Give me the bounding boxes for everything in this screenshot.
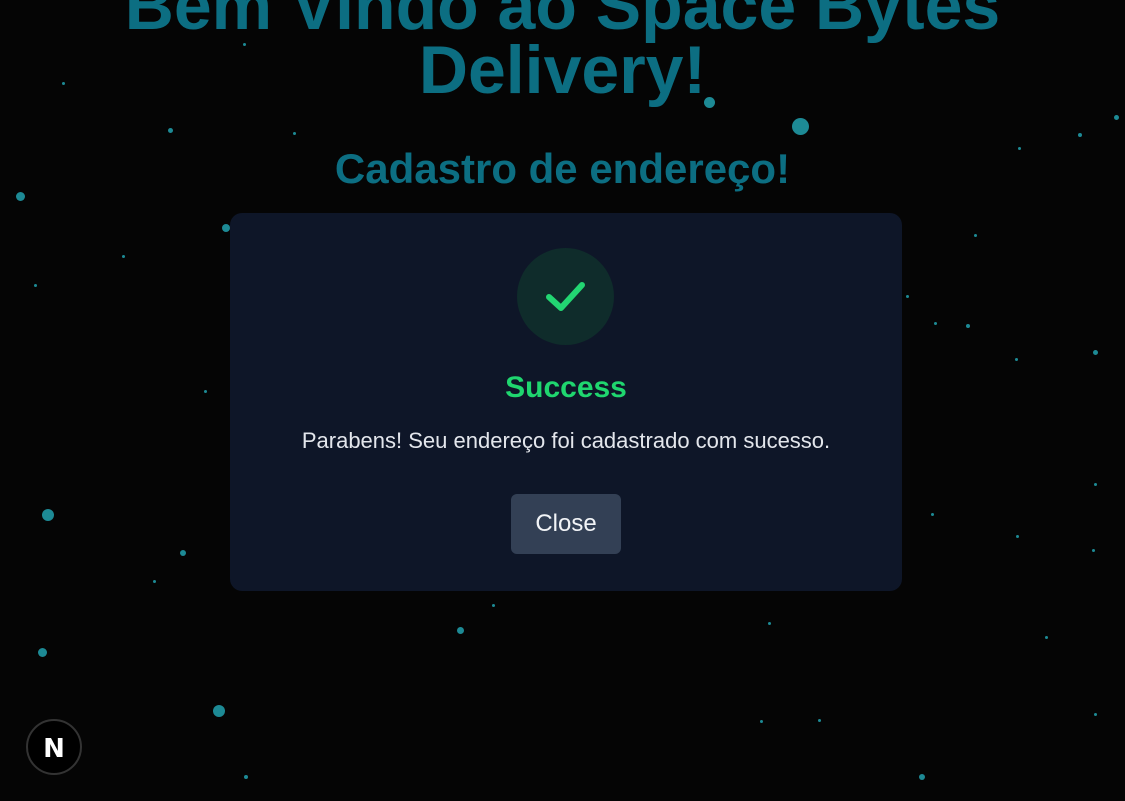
star <box>1015 358 1018 361</box>
modal-message: Parabens! Seu endereço foi cadastrado co… <box>301 428 831 453</box>
star <box>34 284 37 287</box>
modal-title: Success <box>505 371 627 404</box>
star <box>906 295 909 298</box>
page-subtitle: Cadastro de endereço! <box>334 145 791 192</box>
star <box>153 580 156 583</box>
star <box>204 390 207 393</box>
check-icon <box>546 282 585 311</box>
star <box>1093 350 1098 355</box>
star <box>919 774 925 780</box>
star <box>1094 713 1097 716</box>
star <box>213 705 225 717</box>
star <box>42 509 54 521</box>
star <box>293 132 296 135</box>
star <box>974 234 977 237</box>
star <box>244 775 248 779</box>
star <box>931 513 934 516</box>
star <box>1045 636 1048 639</box>
star <box>818 719 821 722</box>
page: Bem Vindo ao Space Bytes Delivery! Cadas… <box>0 0 1125 801</box>
star <box>934 322 937 325</box>
star <box>768 622 771 625</box>
star <box>966 324 970 328</box>
star <box>1092 549 1095 552</box>
nextjs-logo-icon: N <box>43 734 65 764</box>
success-icon-circle <box>517 248 614 345</box>
star <box>492 604 495 607</box>
nextjs-dev-indicator-button[interactable]: N <box>26 719 82 775</box>
star <box>180 550 186 556</box>
star <box>222 224 230 232</box>
close-button[interactable]: Close <box>511 494 621 554</box>
star <box>1094 483 1097 486</box>
star <box>1114 115 1119 120</box>
star <box>792 118 809 135</box>
success-modal: Success Parabens! Seu endereço foi cadas… <box>230 213 902 591</box>
star <box>16 192 25 201</box>
star <box>1016 535 1019 538</box>
star <box>457 627 464 634</box>
star <box>760 720 763 723</box>
star <box>38 648 47 657</box>
page-title: Bem Vindo ao Space Bytes Delivery! <box>124 0 1001 108</box>
star <box>1078 133 1082 137</box>
star <box>122 255 125 258</box>
star <box>168 128 173 133</box>
